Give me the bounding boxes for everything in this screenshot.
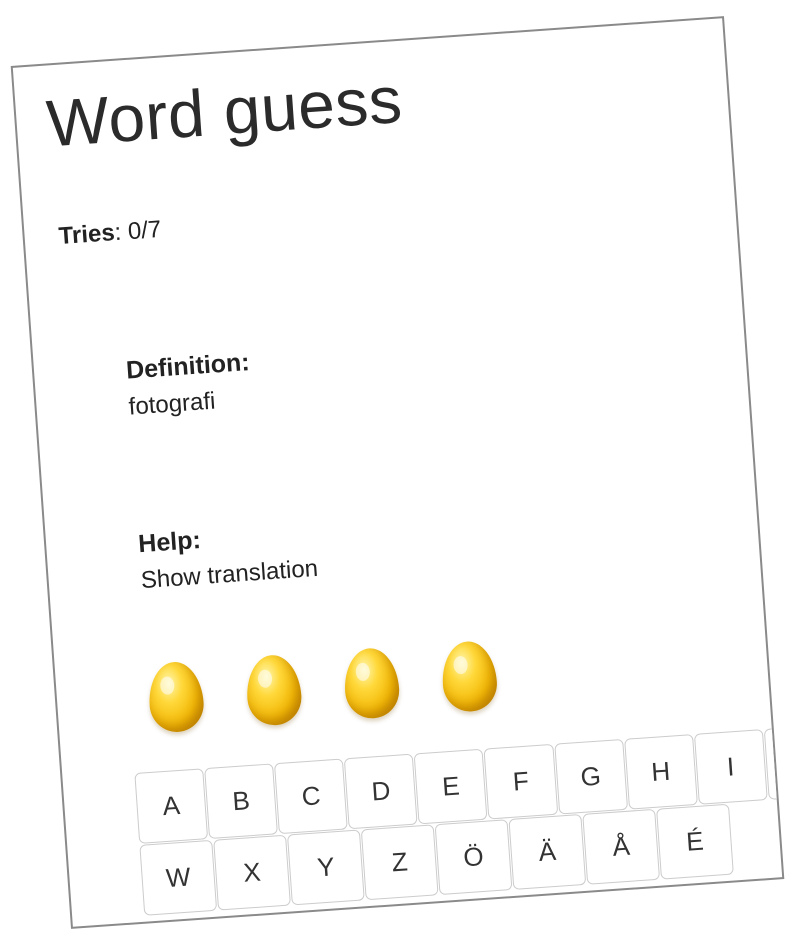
tries-value: : 0/7: [113, 215, 163, 247]
key-c[interactable]: C: [274, 758, 349, 835]
key-x[interactable]: X: [213, 834, 291, 911]
tries-label: Tries: [57, 219, 116, 251]
show-translation-link[interactable]: Show translation: [140, 555, 319, 595]
key-g[interactable]: G: [553, 738, 628, 815]
key-a-ring[interactable]: Å: [582, 808, 661, 885]
key-o-umlaut[interactable]: Ö: [434, 819, 513, 896]
definition-text: fotografi: [127, 387, 217, 421]
key-e[interactable]: E: [414, 748, 488, 825]
game-card: Word guess Tries: 0/7 Definition: fotogr…: [10, 16, 785, 929]
key-i[interactable]: I: [693, 729, 768, 805]
key-y[interactable]: Y: [286, 829, 365, 906]
key-d[interactable]: D: [344, 753, 418, 830]
key-a[interactable]: A: [134, 768, 209, 844]
definition-section: Definition: fotografi: [125, 348, 253, 421]
hidden-word-slots: [146, 639, 499, 744]
key-f[interactable]: F: [483, 743, 558, 820]
golden-egg-icon: [146, 660, 206, 734]
page-title: Word guess: [44, 61, 405, 161]
key-z[interactable]: Z: [360, 824, 439, 901]
help-section: Help: Show translation: [137, 518, 319, 595]
key-e-acute[interactable]: É: [656, 803, 734, 880]
key-a-umlaut[interactable]: Ä: [508, 814, 587, 890]
golden-egg-icon: [244, 653, 304, 727]
key-h[interactable]: H: [623, 734, 698, 810]
golden-egg-icon: [440, 639, 499, 714]
key-w[interactable]: W: [139, 839, 218, 916]
key-b[interactable]: B: [204, 763, 279, 840]
golden-egg-icon: [342, 646, 402, 721]
help-label: Help:: [137, 525, 202, 559]
game-stage: Word guess Tries: 0/7 Definition: fotogr…: [0, 0, 797, 945]
letter-keyboard: A B C D E F G H I J W X Y Z Ö Ä Å É: [134, 724, 785, 916]
definition-label: Definition:: [125, 348, 251, 385]
tries-counter: Tries: 0/7: [58, 216, 162, 251]
